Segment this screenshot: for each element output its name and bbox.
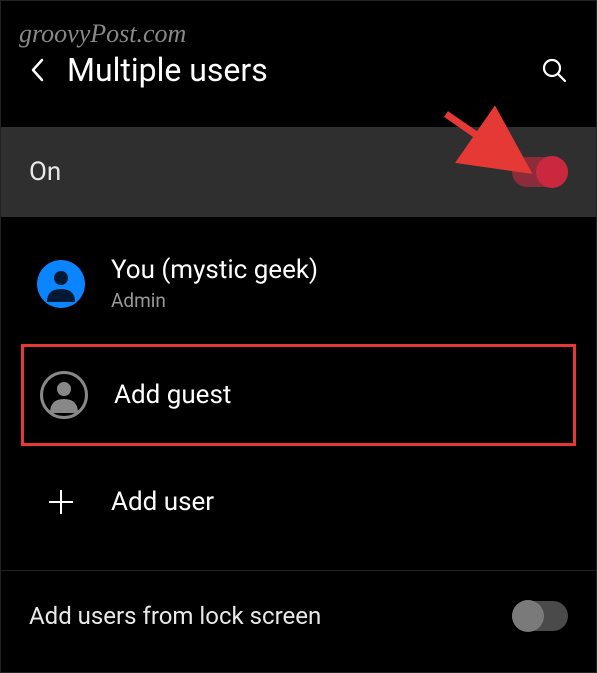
add-user-label: Add user bbox=[111, 487, 214, 517]
search-icon bbox=[541, 57, 567, 83]
user-avatar-icon bbox=[37, 260, 85, 308]
plus-icon bbox=[37, 478, 85, 526]
user-list: You (mystic geek) Admin Add guest Add us… bbox=[1, 217, 596, 546]
lock-screen-toggle-row[interactable]: Add users from lock screen bbox=[1, 570, 596, 661]
search-button[interactable] bbox=[540, 56, 568, 84]
user-role-label: Admin bbox=[111, 289, 318, 312]
lock-screen-toggle[interactable] bbox=[512, 601, 568, 631]
header-bar: Multiple users bbox=[1, 1, 596, 117]
add-guest-label: Add guest bbox=[114, 380, 231, 410]
user-name-label: You (mystic geek) bbox=[111, 255, 318, 285]
multiple-users-toggle-row[interactable]: On bbox=[1, 127, 596, 217]
chevron-left-icon bbox=[30, 58, 44, 82]
add-guest-row[interactable]: Add guest bbox=[24, 347, 573, 443]
lock-screen-label: Add users from lock screen bbox=[29, 602, 321, 630]
multiple-users-toggle[interactable] bbox=[512, 157, 568, 187]
back-button[interactable] bbox=[25, 58, 49, 82]
toggle-label: On bbox=[29, 157, 61, 187]
add-user-row[interactable]: Add user bbox=[1, 458, 596, 546]
user-info: You (mystic geek) Admin bbox=[111, 255, 318, 312]
guest-avatar-icon bbox=[40, 371, 88, 419]
page-title: Multiple users bbox=[67, 51, 522, 89]
highlight-annotation: Add guest bbox=[21, 344, 576, 446]
user-row-you[interactable]: You (mystic geek) Admin bbox=[1, 235, 596, 332]
